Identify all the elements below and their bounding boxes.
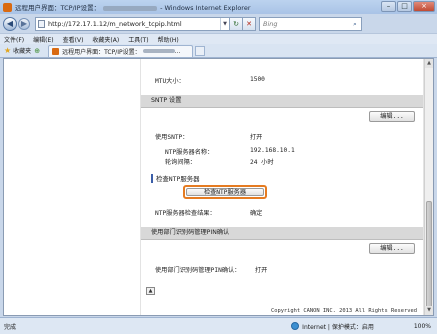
favorites-bar: ★ 收藏夹 ⊕ 远程用户界面：TCP/IP设置： ...: [0, 44, 437, 58]
window-title-suffix: - Windows Internet Explorer: [160, 4, 251, 12]
scroll-down-icon[interactable]: ▼: [425, 306, 433, 315]
favorites-button[interactable]: ★ 收藏夹 ⊕: [4, 46, 40, 55]
menu-bar: 文件(F) 编辑(E) 查看(V) 收藏夹(A) 工具(T) 帮助(H): [0, 33, 437, 44]
search-input[interactable]: Bing ⌕: [259, 16, 362, 31]
favorites-label: 收藏夹: [13, 48, 32, 55]
divider: [141, 107, 423, 108]
app-icon: [3, 2, 12, 12]
mtu-label: MTU大小：: [155, 78, 185, 85]
window-title: 远程用户界面：TCP/IP设置： - Windows Internet Explo…: [15, 2, 251, 12]
url-text: http://172.17.1.12/m_network_tcpip.html: [48, 19, 182, 28]
add-favorite-icon[interactable]: ⊕: [34, 47, 40, 55]
title-bar: 远程用户界面：TCP/IP设置： - Windows Internet Explo…: [0, 0, 437, 14]
menu-favorites[interactable]: 收藏夹(A): [92, 35, 119, 44]
menu-edit[interactable]: 编辑(E): [33, 35, 53, 44]
vertical-scrollbar[interactable]: ▲ ▼: [424, 59, 433, 315]
url-dropdown-icon[interactable]: ▼: [220, 17, 229, 30]
status-text: 完成: [4, 323, 17, 331]
globe-icon: [291, 322, 300, 330]
refresh-button[interactable]: ↻: [230, 16, 243, 31]
tab-current[interactable]: 远程用户界面：TCP/IP设置： ...: [48, 44, 194, 57]
menu-file[interactable]: 文件(F): [4, 35, 24, 44]
address-bar: ◀ ▶ http://172.17.1.12/m_network_tcpip.h…: [0, 14, 437, 33]
tab-suffix: ...: [174, 47, 181, 55]
status-bar: 完成 Internet | 保护模式：启用 100%: [0, 317, 437, 334]
redacted-text: [103, 5, 158, 11]
tab-favicon: [52, 47, 60, 55]
divider: [141, 239, 423, 240]
window-title-prefix: 远程用户界面：TCP/IP设置：: [15, 4, 101, 12]
polling-interval-value: 24 小时: [250, 159, 274, 166]
page-icon: [38, 19, 45, 28]
menu-help[interactable]: 帮助(H): [158, 35, 179, 44]
back-to-top-icon[interactable]: ▲: [146, 287, 155, 295]
zoom-level[interactable]: 100%: [414, 323, 431, 330]
security-zone-text: Internet | 保护模式：启用: [302, 323, 374, 331]
mtu-value: 1500: [250, 76, 265, 83]
back-button[interactable]: ◀: [3, 16, 17, 31]
sntp-section-header: SNTP 设置: [141, 95, 423, 107]
security-zone[interactable]: Internet | 保护模式：启用: [291, 322, 374, 331]
copyright: Copyright CANON INC. 2013 All Rights Res…: [270, 308, 417, 314]
url-field[interactable]: http://172.17.1.12/m_network_tcpip.html …: [35, 16, 230, 31]
use-sntp-label: 使用SNTP：: [155, 134, 189, 141]
tab-label: 远程用户界面：TCP/IP设置：: [62, 48, 141, 56]
ntp-check-heading: 检查NTP服务器: [151, 174, 200, 183]
close-button[interactable]: ×: [413, 1, 435, 12]
ntp-result-label: NTP服务器检查结果：: [155, 210, 216, 217]
pin-use-label: 使用部门识别码管理PIN确认：: [155, 267, 241, 274]
maximize-button[interactable]: □: [397, 1, 412, 12]
search-placeholder: Bing: [263, 19, 278, 28]
search-icon[interactable]: ⌕: [349, 18, 361, 30]
use-sntp-value: 打开: [250, 134, 263, 141]
sntp-edit-button[interactable]: 编辑...: [369, 111, 415, 122]
content-panel: MTU大小： 1500 SNTP 设置 编辑... 使用SNTP： 打开 NTP…: [140, 59, 424, 315]
pin-edit-button[interactable]: 编辑...: [369, 243, 415, 254]
menu-view[interactable]: 查看(V): [63, 35, 84, 44]
ntp-server-label: NTP服务器名称：: [165, 149, 214, 156]
check-ntp-server-highlight: 检查NTP服务器: [183, 185, 267, 199]
scrollbar-thumb[interactable]: [426, 201, 432, 309]
menu-tools[interactable]: 工具(T): [128, 35, 148, 44]
ntp-result-value: 确定: [250, 210, 263, 217]
stop-button[interactable]: ✕: [243, 16, 256, 31]
pin-use-value: 打开: [255, 267, 268, 274]
window-controls: – □ ×: [380, 1, 435, 12]
forward-button[interactable]: ▶: [18, 17, 30, 30]
page-viewport: MTU大小： 1500 SNTP 设置 编辑... 使用SNTP： 打开 NTP…: [3, 58, 434, 316]
minimize-button[interactable]: –: [381, 1, 396, 12]
scroll-up-icon[interactable]: ▲: [425, 59, 433, 68]
star-icon: ★: [4, 46, 12, 55]
new-tab-button[interactable]: [195, 45, 206, 56]
check-ntp-server-button[interactable]: 检查NTP服务器: [186, 188, 264, 196]
pin-section-header: 使用部门识别码管理PIN确认: [141, 227, 423, 239]
ntp-server-value: 192.168.10.1: [250, 147, 295, 154]
polling-interval-label: 轮询间隔：: [165, 159, 196, 166]
redacted-text: [142, 49, 175, 53]
